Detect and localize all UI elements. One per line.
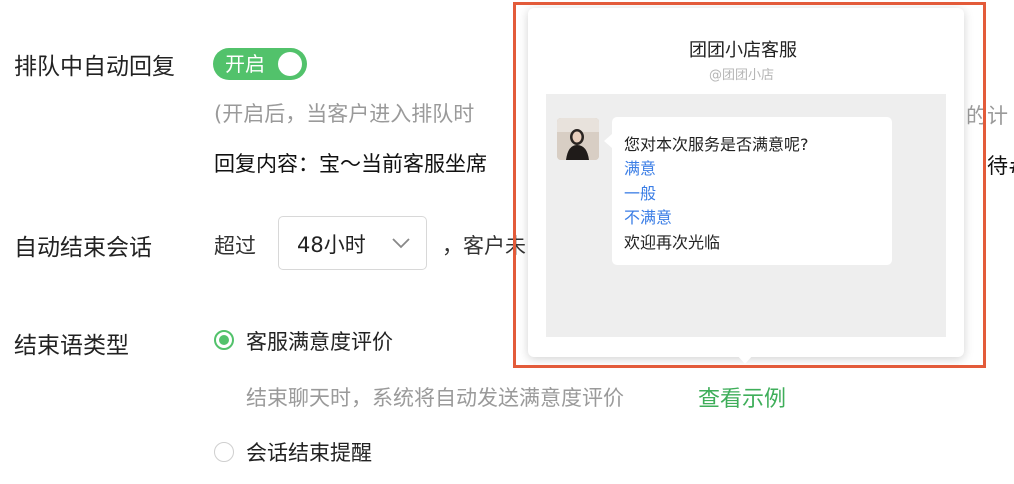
queue-reply-label: 排队中自动回复 bbox=[14, 54, 175, 80]
option-end-reminder-label[interactable]: 会话结束提醒 bbox=[246, 437, 372, 467]
timeout-select[interactable]: 48小时 bbox=[278, 216, 427, 270]
auto-end-label: 自动结束会话 bbox=[14, 235, 152, 261]
end-type-hint: 结束聊天时，系统将自动发送满意度评价 bbox=[246, 386, 624, 410]
end-type-label: 结束语类型 bbox=[14, 333, 129, 359]
content-text: 宝～当前客服坐席 bbox=[319, 152, 487, 176]
queue-reply-toggle[interactable]: 开启 bbox=[213, 48, 307, 80]
toggle-knob bbox=[278, 52, 302, 76]
radio-end-reminder[interactable] bbox=[214, 442, 234, 462]
view-example-link[interactable]: 查看示例 bbox=[698, 381, 786, 413]
auto-end-prefix: 超过 bbox=[214, 234, 256, 258]
queue-reply-note: (开启后，当客户进入排队时 bbox=[214, 102, 475, 126]
queue-reply-content: 回复内容：宝～当前客服坐席 bbox=[214, 148, 487, 178]
content-prefix: 回复内容： bbox=[214, 152, 319, 176]
timeout-select-value: 48小时 bbox=[297, 233, 366, 257]
toggle-label: 开启 bbox=[225, 52, 265, 76]
highlight-box bbox=[513, 2, 986, 368]
chevron-down-icon bbox=[392, 238, 410, 249]
radio-satisfaction[interactable] bbox=[214, 330, 234, 350]
option-satisfaction-label[interactable]: 客服满意度评价 bbox=[246, 326, 393, 356]
queue-reply-content-tail: 待# bbox=[987, 154, 1014, 178]
